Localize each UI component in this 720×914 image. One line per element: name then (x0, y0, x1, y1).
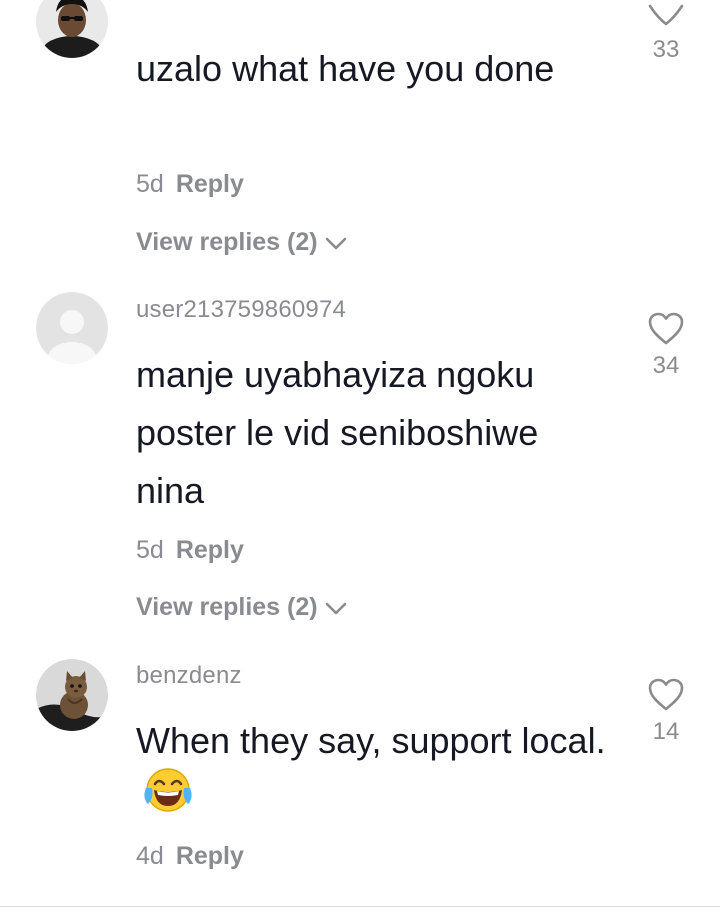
chevron-down-icon (325, 237, 346, 249)
face-with-tears-of-joy-icon (142, 764, 194, 831)
like-count: 33 (652, 36, 680, 63)
comments-list: uzalo what have you done 5d Reply View re… (0, 0, 720, 914)
comment-text: When they say, support local. (136, 712, 606, 831)
divider (0, 906, 720, 907)
reply-button[interactable]: Reply (176, 536, 244, 564)
comment-meta: 5d Reply (136, 170, 244, 199)
comment-text: manje uyabhayiza ngoku poster le vid sen… (136, 354, 539, 511)
avatar[interactable] (36, 292, 108, 364)
avatar[interactable] (36, 0, 108, 58)
comment-username[interactable]: benzdenz (136, 662, 242, 690)
comment-age: 5d (136, 170, 164, 198)
like-button[interactable]: 14 (640, 678, 692, 746)
heart-icon (648, 4, 684, 26)
heart-icon (648, 312, 684, 345)
chevron-down-icon (325, 602, 346, 614)
avatar[interactable] (36, 659, 108, 731)
comment-text: uzalo what have you done (136, 48, 555, 89)
comment-meta: 5d Reply (136, 536, 244, 565)
comment-meta: 4d Reply (136, 842, 244, 871)
reply-button[interactable]: Reply (176, 842, 244, 870)
comment-age: 5d (136, 536, 164, 564)
view-replies-label: View replies (2) (136, 228, 318, 256)
like-count: 14 (652, 718, 680, 745)
like-button[interactable]: 34 (640, 312, 692, 380)
kitten-avatar-icon (36, 659, 108, 731)
view-replies-label: View replies (2) (136, 593, 318, 621)
reply-button[interactable]: Reply (176, 170, 244, 198)
comment-username[interactable]: user213759860974 (136, 296, 346, 324)
default-user-icon (36, 292, 108, 364)
comment-age: 4d (136, 842, 164, 870)
view-replies-button[interactable]: View replies (2) (136, 593, 348, 622)
like-button[interactable]: 33 (640, 4, 692, 64)
like-count: 34 (652, 352, 680, 379)
view-replies-button[interactable]: View replies (2) (136, 228, 348, 257)
comment-text-content: When they say, support local. (136, 720, 606, 761)
heart-icon (648, 678, 684, 711)
man-portrait-avatar-icon (36, 0, 108, 58)
